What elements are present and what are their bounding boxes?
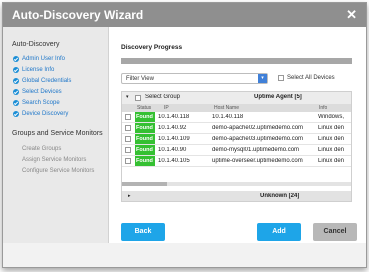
collapse-arrow-icon[interactable]: ▾ <box>126 94 129 100</box>
back-button[interactable]: Back <box>121 223 165 241</box>
select-all-devices[interactable]: Select All Devices <box>278 75 335 81</box>
status-badge: Found <box>135 145 155 155</box>
table-header: Status IP Host Name Info <box>122 104 351 112</box>
sidebar-item-create-groups[interactable]: Create Groups <box>22 146 61 152</box>
wizard-sidebar: Auto-Discovery Admin User Info License I… <box>3 27 109 243</box>
row-info: Linux den <box>318 158 345 164</box>
sidebar-item-device-discovery[interactable]: Device Discovery <box>13 111 68 117</box>
discovery-progress-label: Discovery Progress <box>121 44 183 51</box>
status-badge: Found <box>135 156 155 166</box>
select-all-checkbox[interactable] <box>278 75 284 81</box>
sidebar-item-label: Select Devices <box>22 89 62 95</box>
row-ip: 10.1.40.92 <box>158 125 187 131</box>
row-ip: 10.1.40.118 <box>158 114 190 120</box>
row-host: demo-mysql01.uptimedemo.com <box>212 147 300 153</box>
group-name: Uptime Agent [5] <box>254 94 302 100</box>
dialog-footer: Back Add Cancel <box>3 223 366 267</box>
horizontal-scrollbar[interactable] <box>122 182 351 186</box>
sidebar-item-search-scope[interactable]: Search Scope <box>13 100 60 106</box>
row-ip: 10.1.40.105 <box>158 158 190 164</box>
row-host: demo-apache02.uptimedemo.com <box>212 125 304 131</box>
check-icon <box>13 67 19 73</box>
row-checkbox[interactable] <box>125 114 131 120</box>
table-row[interactable]: Found 10.1.40.118 10.1.40.118 Windows, <box>122 112 351 123</box>
add-button[interactable]: Add <box>257 223 301 241</box>
table-row[interactable]: Found 10.1.40.109 demo-apache03.uptimede… <box>122 134 351 145</box>
unknown-group-label: Unknown [24] <box>260 193 300 199</box>
sidebar-item-admin-user-info[interactable]: Admin User Info <box>13 56 65 62</box>
row-ip: 10.1.40.90 <box>158 147 187 153</box>
scrollbar-thumb[interactable] <box>122 182 167 186</box>
check-icon <box>13 89 19 95</box>
row-checkbox[interactable] <box>125 147 131 153</box>
row-checkbox[interactable] <box>125 125 131 131</box>
sidebar-item-assign-service-monitors[interactable]: Assign Service Monitors <box>22 157 86 163</box>
sidebar-item-label: Search Scope <box>22 100 60 106</box>
row-checkbox[interactable] <box>125 158 131 164</box>
dialog-title: Auto-Discovery Wizard <box>12 8 144 22</box>
discovery-progress-bar <box>121 58 352 64</box>
row-ip: 10.1.40.109 <box>158 136 190 142</box>
row-info: Windows, <box>318 114 345 120</box>
column-status[interactable]: Status <box>137 105 151 111</box>
row-info: Linux den <box>318 136 345 142</box>
row-info: Linux den <box>318 147 345 153</box>
sidebar-section-auto-discovery: Auto-Discovery <box>12 41 60 48</box>
sidebar-item-license-info[interactable]: License Info <box>13 67 54 73</box>
row-host: uptime-overseer.uptimedemo.com <box>212 158 303 164</box>
sidebar-item-global-credentials[interactable]: Global Credentials <box>13 78 71 84</box>
row-info: Linux den <box>318 125 345 131</box>
sidebar-item-configure-service-monitors[interactable]: Configure Service Monitors <box>22 168 94 174</box>
sidebar-item-select-devices[interactable]: Select Devices <box>13 89 62 95</box>
dropdown-arrow-icon[interactable]: ▾ <box>258 74 267 83</box>
status-badge: Found <box>135 123 155 133</box>
check-icon <box>13 100 19 106</box>
column-host-name[interactable]: Host Name <box>214 105 239 111</box>
group-row[interactable]: ▾ Select Group Uptime Agent [5] <box>122 92 351 104</box>
sidebar-item-label: Device Discovery <box>22 111 69 117</box>
sidebar-item-label: License Info <box>22 67 55 73</box>
select-group-label: Select Group <box>145 94 181 100</box>
filter-view-select[interactable]: Filter View ▾ <box>121 73 268 84</box>
cancel-button[interactable]: Cancel <box>313 223 357 241</box>
status-badge: Found <box>135 112 155 122</box>
table-row[interactable]: Found 10.1.40.92 demo-apache02.uptimedem… <box>122 123 351 134</box>
row-host: demo-apache03.uptimedemo.com <box>212 136 304 142</box>
title-bar: Auto-Discovery Wizard ✕ <box>3 3 366 27</box>
auto-discovery-dialog: Auto-Discovery Wizard ✕ Auto-Discovery A… <box>2 2 367 268</box>
select-group-checkbox[interactable] <box>135 95 141 101</box>
sidebar-item-label: Admin User Info <box>22 56 66 62</box>
column-ip[interactable]: IP <box>164 105 169 111</box>
device-table: ▾ Select Group Uptime Agent [5] Status I… <box>121 91 352 202</box>
expand-arrow-icon[interactable]: ▸ <box>128 193 131 199</box>
sidebar-section-groups: Groups and Service Monitors <box>12 130 103 137</box>
table-row[interactable]: Found 10.1.40.105 uptime-overseer.uptime… <box>122 156 351 167</box>
unknown-group-row[interactable]: ▸ Unknown [24] <box>122 191 351 201</box>
sidebar-item-label: Global Credentials <box>22 78 72 84</box>
check-icon <box>13 78 19 84</box>
select-all-label: Select All Devices <box>287 75 335 81</box>
status-badge: Found <box>135 134 155 144</box>
table-row[interactable]: Found 10.1.40.90 demo-mysql01.uptimedemo… <box>122 145 351 156</box>
main-panel: Discovery Progress Filter View ▾ Select … <box>109 27 366 243</box>
close-icon[interactable]: ✕ <box>346 7 357 23</box>
filter-view-value: Filter View <box>126 76 154 82</box>
check-icon <box>13 56 19 62</box>
column-info[interactable]: Info <box>319 105 327 111</box>
row-checkbox[interactable] <box>125 136 131 142</box>
check-icon <box>13 111 19 117</box>
row-host: 10.1.40.118 <box>212 114 244 120</box>
